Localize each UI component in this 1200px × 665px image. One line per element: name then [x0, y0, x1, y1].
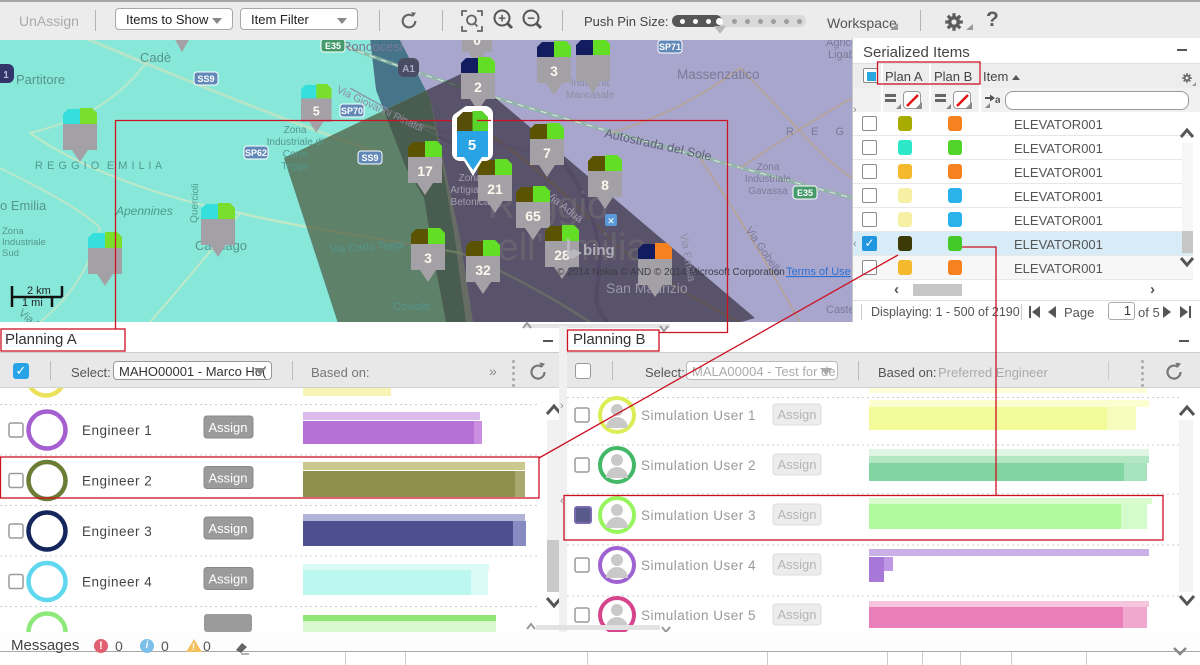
svg-text:+: + [498, 11, 506, 26]
svg-text:a: a [995, 95, 1000, 106]
svg-text:Terms of Use: Terms of Use [786, 266, 851, 278]
svg-text:R E G G: R E G G [786, 126, 852, 138]
svg-text:3: 3 [424, 250, 432, 266]
svg-text:Assign: Assign [208, 572, 247, 587]
svg-text:Zona: Zona [2, 226, 24, 237]
svg-text:21: 21 [487, 181, 503, 197]
svg-text:Industriale: Industriale [745, 174, 792, 185]
svg-text:o Emilia: o Emilia [0, 198, 47, 213]
svg-text:−: − [527, 11, 535, 26]
svg-text:Mancasale: Mancasale [566, 90, 615, 101]
svg-text:Assign: Assign [777, 507, 816, 522]
svg-text:Assign: Assign [777, 457, 816, 472]
svg-text:Simulation User 4: Simulation User 4 [641, 558, 756, 573]
svg-text:Zona: Zona [284, 125, 307, 136]
svg-text:Assign: Assign [777, 557, 816, 572]
svg-text:Cadè: Cadè [140, 50, 171, 65]
svg-text:Castellaz: Castellaz [826, 304, 852, 316]
svg-text:Engineer 3: Engineer 3 [82, 524, 152, 539]
svg-text:7: 7 [543, 145, 551, 161]
svg-text:Simulation User 5: Simulation User 5 [641, 608, 756, 623]
svg-text:1 mi: 1 mi [22, 297, 43, 309]
svg-text:3: 3 [550, 63, 558, 79]
svg-text:Industriale di: Industriale di [267, 137, 324, 148]
svg-text:Coviolo: Coviolo [393, 301, 430, 313]
svg-text:E35: E35 [325, 41, 341, 51]
svg-text:Massenzatico: Massenzatico [677, 67, 760, 82]
svg-text:Assign: Assign [208, 471, 247, 486]
svg-text:1: 1 [3, 70, 9, 81]
svg-text:Sud: Sud [2, 248, 19, 259]
svg-text:✕: ✕ [607, 216, 615, 226]
svg-text:R E G G I O E M I L I A: R E G G I O E M I L I A [35, 160, 163, 172]
svg-text:SP70: SP70 [341, 106, 363, 116]
svg-text:Corte: Corte [283, 149, 308, 160]
svg-text:2: 2 [474, 79, 482, 95]
svg-text:A1: A1 [402, 64, 415, 75]
svg-text:E35: E35 [797, 188, 813, 198]
svg-text:Gavassa: Gavassa [748, 186, 788, 197]
svg-text:17: 17 [417, 163, 433, 179]
svg-text:SS9: SS9 [197, 74, 214, 84]
svg-text:Tegge: Tegge [281, 161, 309, 172]
svg-text:Zona: Zona [757, 162, 780, 173]
svg-text:8: 8 [601, 177, 609, 193]
svg-text:Assign: Assign [208, 521, 247, 536]
svg-text:Apennines: Apennines [115, 204, 173, 218]
svg-text:Assign: Assign [777, 407, 816, 422]
svg-text:5: 5 [313, 105, 320, 119]
svg-text:bing: bing [583, 242, 615, 259]
svg-text:Assign: Assign [208, 420, 247, 435]
svg-text:© 2014 Nokia © AND © 2014 Micr: © 2014 Nokia © AND © 2014 Microsoft Corp… [557, 267, 785, 278]
svg-text:Simulation User 3: Simulation User 3 [641, 508, 756, 523]
svg-text:5: 5 [468, 137, 476, 154]
svg-text:SP71: SP71 [659, 42, 681, 52]
svg-text:Industriale: Industriale [2, 237, 46, 248]
svg-text:Engineer 1: Engineer 1 [82, 423, 152, 438]
svg-text:Engineer 4: Engineer 4 [82, 575, 152, 590]
svg-text:Roncocesi: Roncocesi [342, 39, 403, 54]
svg-text:Simulation User 2: Simulation User 2 [641, 458, 756, 473]
svg-text:65: 65 [525, 208, 541, 224]
svg-text:Engineer 2: Engineer 2 [82, 474, 152, 489]
svg-text:2 km: 2 km [27, 285, 51, 297]
svg-text:Ligab: Ligab [828, 49, 852, 61]
svg-text:SS9: SS9 [361, 153, 378, 163]
svg-text:Partitore: Partitore [16, 72, 65, 87]
svg-text:Simulation User 1: Simulation User 1 [641, 408, 756, 423]
svg-text:SP62: SP62 [245, 148, 267, 158]
svg-text:Assign: Assign [777, 607, 816, 622]
svg-text:Quercioli: Quercioli [189, 183, 201, 223]
svg-text:32: 32 [475, 262, 491, 278]
